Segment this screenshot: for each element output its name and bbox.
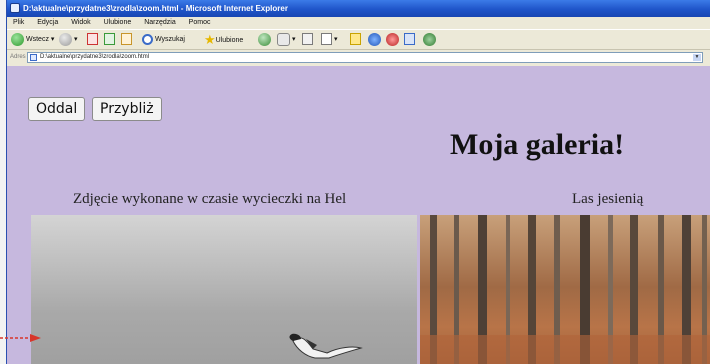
star-icon: ★	[204, 32, 216, 47]
messenger-icon	[368, 32, 381, 46]
forward-button[interactable]: ▾	[59, 32, 78, 48]
mail-icon	[277, 32, 290, 46]
research-icon	[386, 32, 399, 46]
photo-hel-seagull[interactable]	[31, 215, 417, 364]
discuss-button[interactable]	[350, 32, 361, 48]
menu-bar: Plik Edycja Widok Ulubione Narzędzia Pom…	[7, 17, 710, 29]
ie-app-icon	[10, 3, 20, 13]
edit-button[interactable]: ▾	[321, 32, 337, 48]
home-button[interactable]	[121, 32, 132, 48]
extra-icon	[423, 32, 436, 46]
page-heading: Moja galeria!	[450, 128, 625, 161]
history-icon	[258, 32, 271, 46]
menu-narzedzia[interactable]: Narzędzia	[144, 19, 176, 26]
pointer-arrow-icon	[0, 334, 41, 342]
address-bar: Adres D:\aktualne\przydatne3\zrodla\zoom…	[7, 50, 710, 65]
photo-caption-hel: Zdjęcie wykonane w czasie wycieczki na H…	[73, 191, 347, 207]
menu-ulubione[interactable]: Ulubione	[104, 19, 132, 26]
title-bar: D:\aktualne\przydatne3\zrodla\zoom.html …	[7, 0, 710, 17]
stop-icon	[87, 33, 98, 46]
print-button[interactable]	[302, 32, 313, 48]
stop-button[interactable]	[87, 32, 98, 48]
tools-button[interactable]	[404, 32, 415, 48]
tools-icon	[404, 33, 415, 46]
favorites-label: Ulubione	[215, 36, 244, 44]
browser-window: D:\aktualne\przydatne3\zrodla\zoom.html …	[6, 0, 710, 364]
search-icon	[142, 33, 153, 45]
discuss-icon	[350, 33, 361, 46]
address-value: D:\aktualne\przydatne3\zrodla\zoom.html	[40, 54, 150, 60]
favorites-button[interactable]: ★Ulubione	[204, 32, 243, 48]
zoom-in-button[interactable]: Przybliż	[92, 97, 162, 121]
back-button[interactable]: Wstecz ▾	[11, 32, 54, 48]
refresh-button[interactable]	[104, 32, 115, 48]
window-title: D:\aktualne\przydatne3\zrodla\zoom.html …	[23, 4, 288, 13]
search-button[interactable]: Wyszukaj	[142, 32, 185, 48]
address-dropdown-icon[interactable]: ▼	[693, 54, 701, 61]
address-input[interactable]: D:\aktualne\przydatne3\zrodla\zoom.html …	[27, 52, 703, 63]
standard-toolbar: Wstecz ▾ ▾ Wyszukaj ★Ulubione ▾ ▾	[7, 29, 710, 50]
menu-pomoc[interactable]: Pomoc	[189, 19, 211, 26]
history-button[interactable]	[258, 32, 273, 48]
edit-icon	[321, 33, 332, 46]
photo-caption-forest: Las jesienią	[572, 191, 644, 207]
back-label: Wstecz	[26, 36, 49, 43]
photo-autumn-forest[interactable]	[420, 215, 710, 364]
menu-edycja[interactable]: Edycja	[37, 19, 58, 26]
extra-button[interactable]	[423, 32, 438, 48]
messenger-button[interactable]	[368, 32, 383, 48]
mail-button[interactable]: ▾	[277, 32, 296, 48]
forward-arrow-icon	[59, 32, 72, 46]
research-button[interactable]	[386, 32, 401, 48]
print-icon	[302, 33, 313, 46]
seagull-image	[289, 333, 363, 359]
search-label: Wyszukaj	[155, 36, 185, 43]
menu-plik[interactable]: Plik	[13, 19, 24, 26]
address-label: Adres	[10, 54, 26, 60]
page-content: Oddal Przybliż Moja galeria! Zdjęcie wyk…	[7, 66, 710, 364]
forest-image	[420, 215, 710, 364]
home-icon	[121, 33, 132, 46]
zoom-out-button[interactable]: Oddal	[28, 97, 86, 121]
refresh-icon	[104, 33, 115, 46]
back-arrow-icon	[11, 32, 24, 46]
page-icon	[30, 54, 37, 61]
menu-widok[interactable]: Widok	[71, 19, 90, 26]
